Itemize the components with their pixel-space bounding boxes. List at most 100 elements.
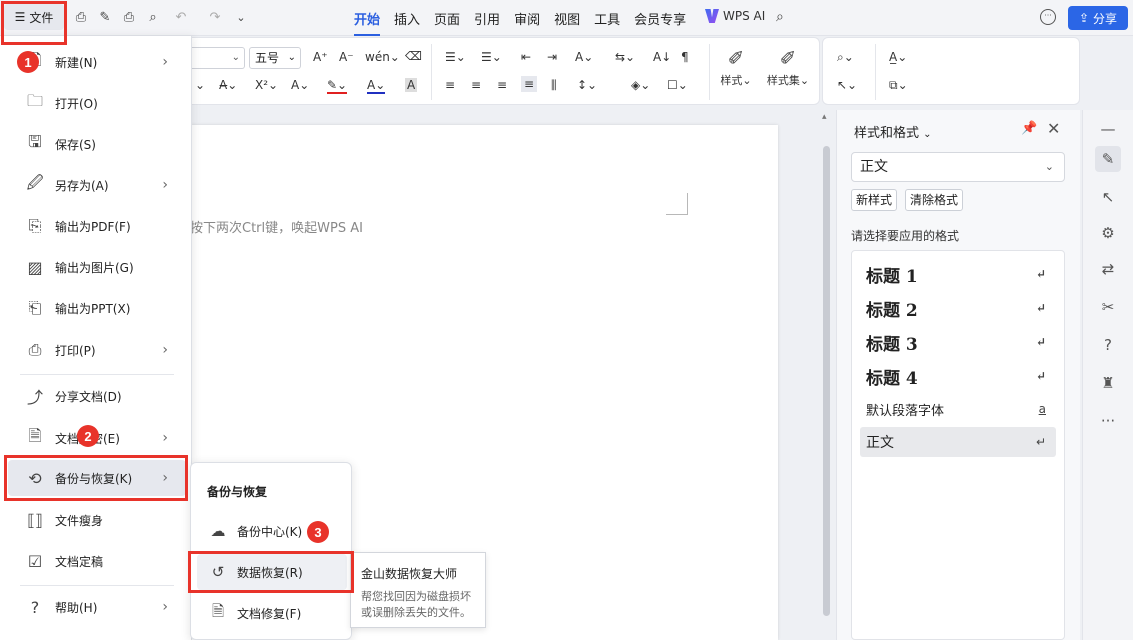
- chinese-layout-icon[interactable]: A⌄: [575, 50, 593, 64]
- text-tool-icon[interactable]: A̲⌄: [889, 50, 907, 64]
- align-center-icon[interactable]: ≡: [471, 78, 481, 92]
- style-label: 样式: [720, 74, 743, 87]
- style-heading-2[interactable]: 标题 2 ↵: [860, 293, 1056, 323]
- shirt-icon[interactable]: ♜: [1095, 370, 1121, 396]
- more-icon[interactable]: ···: [1095, 408, 1121, 434]
- menu-item-save-as[interactable]: 🖉 另存为(A) ›: [8, 167, 186, 203]
- new-style-button[interactable]: 新样式: [851, 189, 898, 211]
- share-button[interactable]: ⇪ 分享: [1068, 6, 1128, 30]
- chevron-right-icon: ›: [162, 342, 168, 358]
- tab-view[interactable]: 视图: [554, 9, 580, 28]
- bullet-list-icon[interactable]: ☰⌄: [445, 50, 466, 64]
- numbered-list-icon[interactable]: ☰⌄: [481, 50, 502, 64]
- menu-item-share[interactable]: ⤴ 分享文档(D): [8, 378, 186, 414]
- vertical-scrollbar[interactable]: ▴: [820, 110, 834, 640]
- search-icon[interactable]: ⌕: [776, 9, 784, 25]
- align-right-icon[interactable]: ≡: [497, 78, 507, 92]
- style-heading-3[interactable]: 标题 3 ↵: [860, 327, 1056, 357]
- menu-item-help[interactable]: ? 帮助(H) ›: [8, 589, 186, 625]
- menu-item-save[interactable]: 🖫 保存(S): [8, 126, 186, 162]
- border-icon[interactable]: ☐⌄: [667, 78, 688, 92]
- chevron-down-icon[interactable]: ⌄: [195, 78, 205, 92]
- collapse-icon[interactable]: —: [1095, 116, 1121, 142]
- message-icon[interactable]: ···: [1040, 9, 1056, 25]
- shrink-font-icon[interactable]: A⁻: [339, 50, 354, 64]
- tab-reference[interactable]: 引用: [474, 9, 500, 28]
- menu-item-export-image[interactable]: ▨ 输出为图片(G): [8, 249, 186, 285]
- style-heading-1[interactable]: 标题 1 ↵: [860, 259, 1056, 289]
- font-name-select[interactable]: ⌄: [191, 47, 245, 69]
- margin-corner-mark: [666, 193, 688, 215]
- style-body-text[interactable]: 正文 ↵: [860, 427, 1056, 457]
- tab-member[interactable]: 会员专享: [634, 9, 686, 28]
- tab-page[interactable]: 页面: [434, 9, 460, 28]
- ppt-icon: ⎗: [28, 298, 42, 317]
- tab-home[interactable]: 开始: [354, 9, 381, 36]
- submenu-title: 备份与恢复: [207, 485, 268, 499]
- char-shading-icon[interactable]: A: [405, 78, 418, 92]
- menu-item-slim[interactable]: ⟦⟧ 文件瘦身: [8, 502, 186, 538]
- justify-icon[interactable]: ≡: [521, 76, 538, 92]
- menu-item-finalize[interactable]: ☑ 文档定稿: [8, 543, 186, 579]
- sort-icon[interactable]: A↓: [653, 50, 671, 64]
- style-button[interactable]: ✐ 样式⌄: [711, 46, 761, 88]
- superscript-icon[interactable]: X²⌄: [255, 78, 278, 92]
- phonetic-icon[interactable]: wén⌄: [365, 50, 400, 64]
- line-spacing-icon[interactable]: ↕⌄: [577, 78, 597, 92]
- shape-tool-icon[interactable]: ⧉⌄: [889, 78, 908, 93]
- tab-review[interactable]: 审阅: [514, 9, 540, 28]
- adjust-icon[interactable]: ⚙: [1095, 220, 1121, 246]
- grow-font-icon[interactable]: A⁺: [313, 50, 328, 64]
- clear-format-icon[interactable]: ⌫: [405, 49, 422, 63]
- font-color-icon[interactable]: A⌄: [367, 78, 386, 94]
- shading-icon[interactable]: ◈⌄: [631, 78, 650, 92]
- chevron-right-icon: ›: [162, 177, 168, 193]
- align-left-icon[interactable]: ≡: [445, 78, 455, 92]
- translate-icon[interactable]: ⇄: [1095, 256, 1121, 282]
- help-icon[interactable]: ?: [1095, 332, 1121, 358]
- select-icon[interactable]: ↖⌄: [837, 78, 857, 92]
- menu-item-print[interactable]: ⎙ 打印(P) ›: [8, 332, 186, 368]
- highlight-icon[interactable]: ✎⌄: [327, 78, 348, 94]
- tools-icon[interactable]: ✂: [1095, 294, 1121, 320]
- print-preview-icon[interactable]: ⌕: [144, 8, 162, 26]
- quick-access-more-icon[interactable]: ⌄: [232, 8, 250, 26]
- font-size-select[interactable]: 五号 ⌄: [249, 47, 301, 69]
- undo-icon[interactable]: ↶: [172, 8, 190, 26]
- paragraph-mark-icon: ↵: [1035, 369, 1046, 383]
- apply-format-label: 请选择要应用的格式: [851, 229, 960, 243]
- find-icon[interactable]: ⌕⌄: [837, 50, 854, 65]
- paragraph-mark-icon: ↵: [1035, 267, 1046, 281]
- tab-insert[interactable]: 插入: [394, 9, 420, 28]
- show-marks-icon[interactable]: ¶: [681, 50, 689, 64]
- pin-icon[interactable]: 📌: [1021, 121, 1037, 136]
- scroll-up-icon[interactable]: ▴: [822, 112, 827, 122]
- redo-icon[interactable]: ↷: [206, 8, 224, 26]
- tab-tools[interactable]: 工具: [594, 9, 620, 28]
- clear-format-button[interactable]: 清除格式: [905, 189, 964, 211]
- style-pen-icon[interactable]: ✎: [1095, 146, 1121, 172]
- menu-item-export-ppt[interactable]: ⎗ 输出为PPT(X): [8, 290, 186, 326]
- text-direction-icon[interactable]: ⇆⌄: [615, 50, 635, 64]
- menu-item-export-pdf[interactable]: ⎘ 输出为PDF(F): [8, 208, 186, 244]
- current-style-select[interactable]: 正文 ⌄: [851, 152, 1065, 182]
- menu-item-open[interactable]: 🗀 打开(O): [8, 85, 186, 121]
- styles-panel: 样式和格式 ⌄ 📌 ✕ 正文 ⌄ 新样式 清除格式 请选择要应用的格式 标题 1…: [836, 110, 1080, 640]
- style-default-font[interactable]: 默认段落字体 a: [860, 394, 1056, 424]
- print-icon[interactable]: ⎙: [120, 8, 138, 26]
- style-set-button[interactable]: ✐ 样式集⌄: [763, 46, 813, 88]
- strikethrough-icon[interactable]: A̶⌄: [219, 78, 237, 92]
- close-icon[interactable]: ✕: [1047, 119, 1060, 138]
- scrollbar-thumb[interactable]: [823, 146, 830, 616]
- style-heading-4[interactable]: 标题 4 ↵: [860, 361, 1056, 391]
- submenu-item-doc-repair[interactable]: 🗎 文档修复(F): [197, 595, 347, 631]
- new-doc-icon[interactable]: ⎙: [72, 8, 90, 26]
- text-effect-icon[interactable]: A⌄: [291, 78, 309, 92]
- decrease-indent-icon[interactable]: ⇤: [521, 50, 531, 64]
- increase-indent-icon[interactable]: ⇥: [547, 50, 557, 64]
- select-pointer-icon[interactable]: ↖: [1095, 184, 1121, 210]
- distribute-icon[interactable]: ⫼: [551, 78, 557, 93]
- format-painter-icon[interactable]: ✎: [96, 8, 114, 26]
- wps-ai-button[interactable]: WPS AI: [705, 9, 765, 23]
- panel-title[interactable]: 样式和格式 ⌄: [854, 122, 932, 141]
